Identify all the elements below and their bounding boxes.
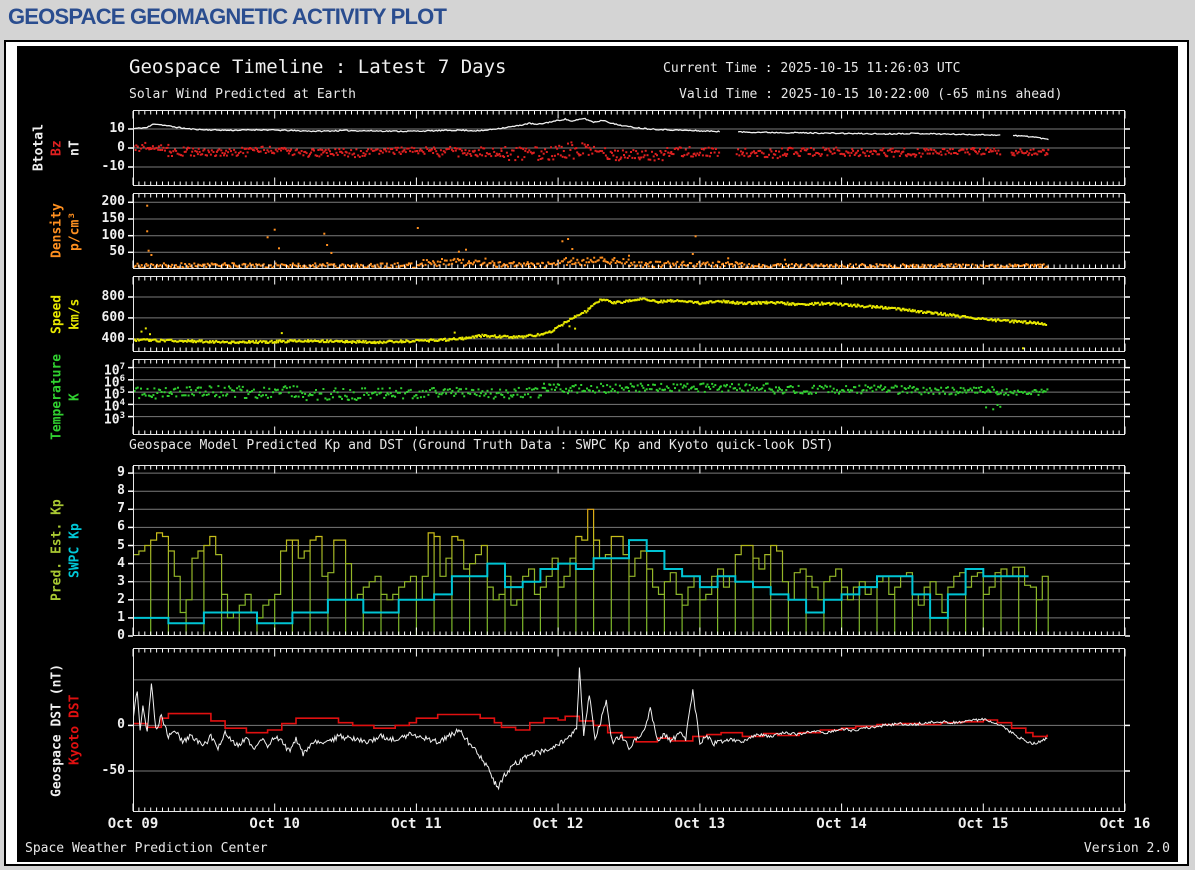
x-axis-label: Oct 16 [1099,816,1151,832]
speed-axis-label: km/s [67,298,83,330]
density-frame [133,193,1125,269]
series-Kyoto DST [133,712,1048,743]
imf-series-group [133,117,1050,162]
density-axis-label: Density [49,203,65,259]
footer-credit: Space Weather Prediction Center [25,841,268,856]
dst-axis-label: Kyoto DST [67,694,83,766]
temperature-axis-label: Temperature [49,353,65,441]
kp-section-title: Geospace Model Predicted Kp and DST (Gro… [129,438,834,453]
kp-series-group [133,508,1049,636]
density-axis-label: p/cm³ [67,211,83,251]
temperature-frame [133,359,1125,435]
x-axis-label: Oct 14 [816,816,867,832]
kp-axis-label: SWPC Kp [67,523,83,578]
x-axis-label: Oct 11 [391,816,442,832]
footer-version: Version 2.0 [1083,841,1170,856]
imf-axis-label: nT [67,140,83,156]
dst-axis-label: Geospace DST (nT) [49,663,65,797]
x-axis-label: Oct 15 [957,816,1009,832]
speed-axis-label: Speed [49,294,65,334]
density-series-group [133,204,1049,269]
x-axis-label: Oct 13 [674,816,726,832]
plot-frame: Geospace Timeline : Latest 7 Days Curren… [4,40,1189,866]
x-axis-label: Oct 12 [532,816,584,832]
plot-subtitle: Solar Wind Predicted at Earth [129,87,356,102]
speed-series-group [133,297,1048,350]
current-time-label: Current Time : 2025-10-15 11:26:03 UTC [663,61,961,76]
plot-main-title: Geospace Timeline : Latest 7 Days [129,56,507,78]
imf-axis-label: Bz [49,140,65,156]
valid-time-label: Valid Time : 2025-10-15 10:22:00 (-65 mi… [679,87,1063,102]
series-Pred. Est. Kp [133,508,1049,636]
x-axis-label: Oct 10 [249,816,300,832]
x-axis-label: Oct 09 [107,816,159,832]
page-title: GEOSPACE GEOMAGNETIC ACTIVITY PLOT [8,4,447,29]
imf-axis-label: Btotal [31,124,47,172]
plot-area: Geospace Timeline : Latest 7 Days Curren… [17,46,1178,862]
temperature-axis-label: K [67,393,83,401]
chart-canvas [128,110,1130,812]
kp-axis-label: Pred. Est. Kp [49,499,65,602]
temperature-series-group [133,382,1049,411]
